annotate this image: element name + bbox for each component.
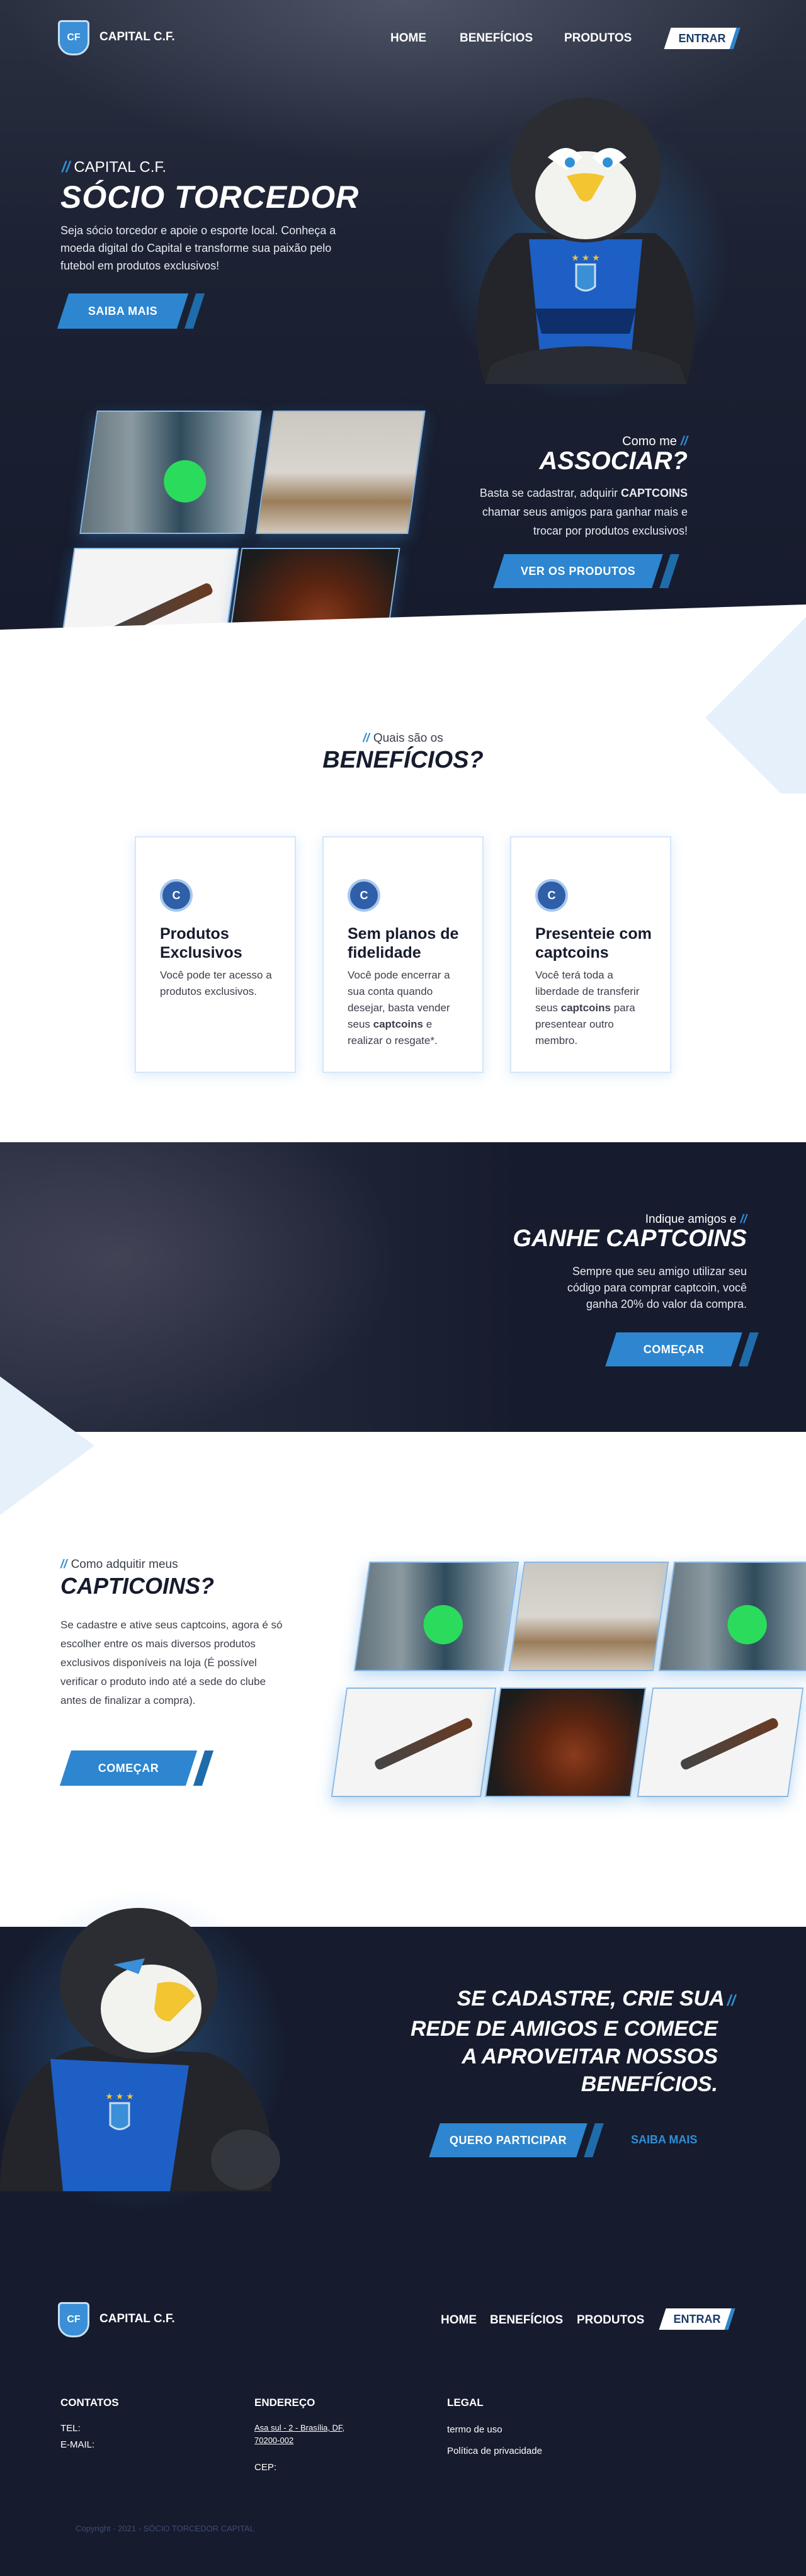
mascot-penguin-image: ★ ★ ★ — [0, 1889, 290, 2216]
login-button[interactable]: ENTRAR — [667, 28, 737, 49]
cta-title: SE CADASTRE, CRIE SUA// REDE DE AMIGOS E… — [411, 1985, 735, 2098]
slash-icon: // — [62, 159, 71, 176]
benefits-section: //Quais são os BENEFÍCIOS? C Produtos Ex… — [0, 693, 806, 1133]
footer-nav-home[interactable]: HOME — [441, 2313, 477, 2327]
tile-phone-image — [353, 1562, 519, 1671]
benefit-card-title: Produtos Exclusivos — [160, 925, 242, 962]
cta-title-line: REDE DE AMIGOS E COMECE — [410, 2017, 718, 2041]
ver-produtos-label: VER OS PRODUTOS — [520, 564, 636, 577]
svg-text:★ ★ ★: ★ ★ ★ — [105, 2091, 133, 2101]
benefits-kicker-text: Quais são os — [373, 732, 443, 745]
svg-text:★ ★ ★: ★ ★ ★ — [571, 252, 599, 263]
associate-kicker-text: Como me — [622, 434, 677, 448]
benefit-text-bold: captcoins — [560, 1002, 611, 1014]
cta-title-text: SE CADASTRE, CRIE SUA — [457, 1987, 725, 2011]
nav-produtos[interactable]: PRODUTOS — [564, 31, 632, 45]
address-title: ENDEREÇO — [254, 2397, 315, 2409]
tile-knife-image — [637, 1688, 804, 1797]
slash-icon: // — [680, 434, 688, 448]
brand-name: CAPITAL C.F. — [99, 30, 175, 43]
cta-title-line: SE CADASTRE, CRIE SUA// — [411, 1985, 735, 2015]
tile-sofa-image — [508, 1562, 669, 1671]
captcoin-icon: C — [160, 879, 193, 912]
hero-kicker: //CAPITAL C.F. — [62, 159, 166, 176]
associate-title: ASSOCIAR? — [539, 447, 688, 475]
benefit-text-bold: captcoins — [373, 1018, 423, 1030]
club-logo-icon[interactable]: CF — [58, 2302, 89, 2337]
invite-kicker-text: Indique amigos e — [645, 1213, 737, 1226]
benefit-card: C Produtos Exclusivos Você pode ter aces… — [135, 836, 296, 1073]
hero-button-label: SAIBA MAIS — [88, 304, 158, 317]
benefit-card-text: Você pode ter acesso a produtos exclusiv… — [160, 969, 272, 997]
footer-brand-name: CAPITAL C.F. — [99, 2312, 175, 2325]
login-label: ENTRAR — [678, 31, 726, 45]
buy-text: Se cadastre e ative seus captcoins, agor… — [60, 1619, 283, 1706]
invite-comecar-button[interactable]: COMEÇAR — [611, 1332, 737, 1366]
cta-title-line: A APROVEITAR NOSSOS — [462, 2045, 718, 2068]
footer-login-button[interactable]: ENTRAR — [662, 2308, 732, 2330]
quero-participar-label: QUERO PARTICIPAR — [449, 2133, 567, 2147]
benefit-card-title: Presenteie com captcoins — [535, 925, 652, 962]
buy-kicker-text: Como adquitir meus — [71, 1558, 178, 1571]
page: CF CAPITAL C.F. HOME BENEFÍCIOS PRODUTOS… — [0, 0, 806, 2576]
buy-title: CAPTICOINS? — [60, 1573, 215, 1599]
benefits-kicker: //Quais são os — [0, 732, 806, 746]
associate-text-bold: CAPTCOINS — [620, 487, 688, 499]
tile-sofa-image — [256, 411, 426, 534]
mascot-penguin-image: ★ ★ ★ — [441, 98, 730, 397]
contact-email: E-MAIL: — [60, 2439, 95, 2450]
cta-title-line: BENEFÍCIOS. — [581, 2072, 718, 2096]
footer-login-label: ENTRAR — [673, 2312, 721, 2325]
contact-tel: TEL: — [60, 2423, 81, 2434]
invite-button-label: COMEÇAR — [643, 1342, 705, 1356]
hero-text: Seja sócio torcedor e apoie o esporte lo… — [60, 224, 336, 272]
address-text[interactable]: Asa sul - 2 - Brasília, DF, 70200-002 — [254, 2422, 361, 2447]
legal-title: LEGAL — [447, 2397, 484, 2409]
buy-button-label: COMEÇAR — [98, 1761, 159, 1774]
tile-knife-image — [331, 1688, 497, 1797]
benefit-card-text: Você terá toda a liberdade de transferir… — [535, 967, 655, 1049]
hero-saiba-mais-button[interactable]: SAIBA MAIS — [63, 293, 183, 329]
invite-title: GANHE CAPTCOINS — [513, 1225, 747, 1252]
benefits-title: BENEFÍCIOS? — [322, 747, 484, 773]
buy-kicker: // Como adquitir meus — [60, 1558, 178, 1572]
buy-comecar-button[interactable]: COMEÇAR — [65, 1750, 191, 1786]
footer-nav-produtos[interactable]: PRODUTOS — [577, 2313, 644, 2327]
tile-phone-image — [79, 411, 262, 534]
invite-kicker: Indique amigos e// — [645, 1213, 747, 1227]
decorative-triangle — [0, 1376, 94, 1515]
footer-nav-beneficios[interactable]: BENEFÍCIOS — [490, 2313, 563, 2327]
contacts-title: CONTATOS — [60, 2397, 119, 2409]
benefit-card-title: Sem planos de fidelidade — [348, 925, 459, 962]
hero-title: SÓCIO TORCEDOR — [60, 179, 360, 215]
slash-icon: // — [60, 1558, 67, 1571]
slash-icon: // — [727, 1992, 735, 2009]
privacy-link[interactable]: Política de privacidade — [447, 2446, 542, 2456]
nav-beneficios[interactable]: BENEFÍCIOS — [460, 31, 533, 45]
invite-text: Sempre que seu amigo utilizar seu código… — [567, 1265, 747, 1310]
nav-home[interactable]: HOME — [390, 31, 426, 45]
ver-produtos-button[interactable]: VER OS PRODUTOS — [499, 554, 657, 588]
associate-text: Basta se cadastrar, adquirir CAPTCOINS c… — [461, 484, 688, 540]
benefit-card-text: Você pode encerrar a sua conta quando de… — [348, 967, 467, 1049]
benefit-card: C Presenteie com captcoins Você terá tod… — [510, 836, 671, 1073]
tile-food-image — [484, 1688, 647, 1797]
copyright: Copyright - 2021 - SÓCIO TORCEDOR CAPITA… — [76, 2524, 254, 2533]
captcoin-icon: C — [348, 879, 380, 912]
associate-text-part: Basta se cadastrar, adquirir — [479, 487, 621, 499]
address-cep: CEP: — [254, 2462, 277, 2473]
terms-link[interactable]: termo de uso — [447, 2424, 502, 2435]
club-logo-icon[interactable]: CF — [58, 20, 89, 55]
hero-section: CF CAPITAL C.F. HOME BENEFÍCIOS PRODUTOS… — [0, 0, 806, 669]
slash-icon: // — [363, 732, 370, 745]
slash-icon: // — [740, 1213, 747, 1226]
cta-saiba-mais-link[interactable]: SAIBA MAIS — [631, 2133, 697, 2147]
quero-participar-button[interactable]: QUERO PARTICIPAR — [434, 2123, 582, 2157]
hero-kicker-text: CAPITAL C.F. — [74, 159, 167, 176]
cta-section: ★ ★ ★ SE CADASTRE, CRIE SUA// REDE DE AM… — [0, 1889, 806, 2576]
benefit-card: C Sem planos de fidelidade Você pode enc… — [322, 836, 484, 1073]
tile-phone-image — [658, 1562, 806, 1671]
captcoin-icon: C — [535, 879, 568, 912]
associate-text-part: chamar seus amigos para ganhar mais e tr… — [482, 506, 688, 537]
